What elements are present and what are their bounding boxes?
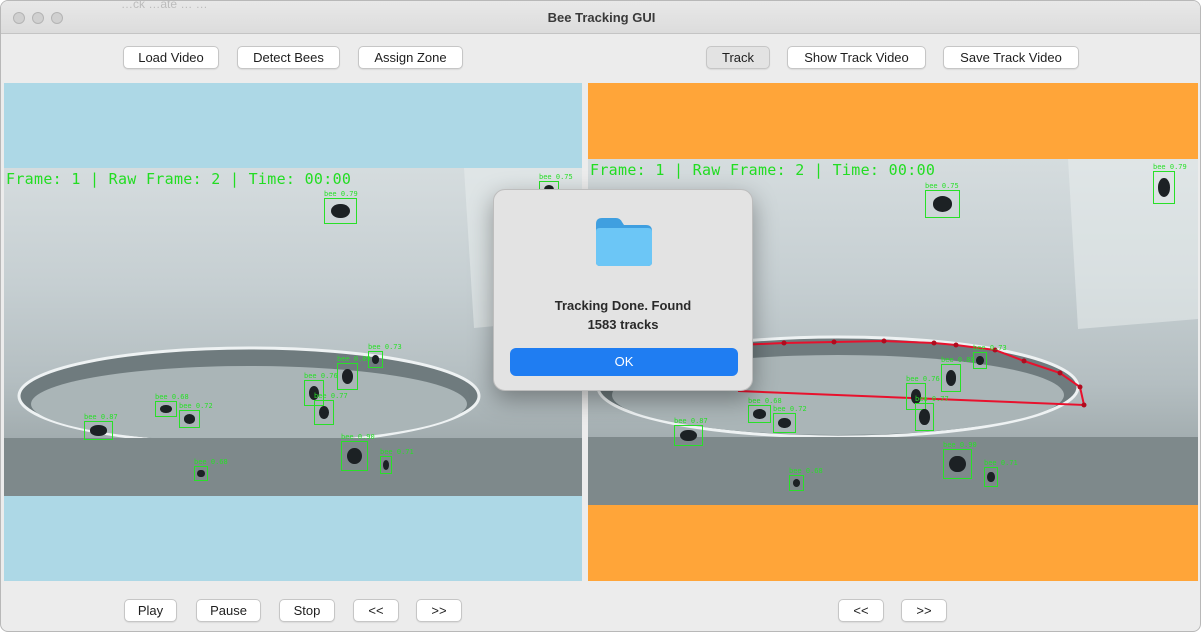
- bee-detection-box: bee 0.72: [179, 402, 213, 428]
- bee-detection-box: bee 0.77: [915, 395, 949, 431]
- app-window: …ck …ate … … Bee Tracking GUI Load Video…: [0, 0, 1201, 632]
- next-frame-button[interactable]: >>: [416, 599, 462, 622]
- bee-detection-box: bee 0.90: [341, 433, 375, 471]
- bee-detection-box: bee 0.75: [925, 182, 960, 218]
- bee-detection-box: bee 0.79: [324, 190, 358, 224]
- bee-detection-box: bee 0.89: [941, 356, 975, 392]
- bee-detection-box: bee 0.71: [984, 459, 1018, 487]
- title-bar: …ck …ate … … Bee Tracking GUI: [1, 1, 1200, 34]
- play-button[interactable]: Play: [124, 599, 177, 622]
- bee-detection-box: bee 0.79: [1153, 163, 1187, 204]
- folder-icon: [596, 218, 652, 266]
- bee-detection-box: bee 0.68: [194, 458, 228, 481]
- bee-detection-box: bee 0.90: [943, 441, 977, 479]
- frame-info-overlay: Frame: 1 | Raw Frame: 2 | Time: 00:00: [6, 170, 352, 188]
- bee-detection-box: bee 0.68: [155, 393, 189, 417]
- bee-detection-box: bee 0.87: [674, 417, 708, 446]
- stop-button[interactable]: Stop: [279, 599, 335, 622]
- bee-detection-box: bee 0.68: [748, 397, 782, 423]
- track-next-frame-button[interactable]: >>: [901, 599, 947, 622]
- assign-zone-button[interactable]: Assign Zone: [358, 46, 463, 69]
- bee-detection-box: bee 0.73: [973, 344, 1007, 369]
- dialog-message: Tracking Done. Found 1583 tracks: [554, 298, 692, 332]
- save-track-video-button[interactable]: Save Track Video: [943, 46, 1079, 69]
- bee-detection-box: bee 0.89: [337, 355, 371, 390]
- bee-detection-box: bee 0.87: [84, 413, 118, 440]
- ok-button[interactable]: OK: [510, 348, 738, 376]
- bee-detection-box: bee 0.72: [773, 405, 807, 433]
- bee-detection-box: bee 0.77: [314, 392, 348, 425]
- bee-detection-box: bee 0.68: [789, 467, 823, 491]
- bee-detection-box: bee 0.71: [380, 448, 414, 474]
- detect-bees-button[interactable]: Detect Bees: [237, 46, 340, 69]
- frame-info-overlay: Frame: 1 | Raw Frame: 2 | Time: 00:00: [590, 161, 936, 179]
- previous-frame-button[interactable]: <<: [353, 599, 399, 622]
- tracking-done-dialog: Tracking Done. Found 1583 tracks OK: [493, 189, 753, 391]
- pause-button[interactable]: Pause: [196, 599, 261, 622]
- load-video-button[interactable]: Load Video: [123, 46, 219, 69]
- track-button[interactable]: Track: [706, 46, 770, 69]
- track-previous-frame-button[interactable]: <<: [838, 599, 884, 622]
- show-track-video-button[interactable]: Show Track Video: [787, 46, 926, 69]
- window-title: Bee Tracking GUI: [547, 10, 656, 25]
